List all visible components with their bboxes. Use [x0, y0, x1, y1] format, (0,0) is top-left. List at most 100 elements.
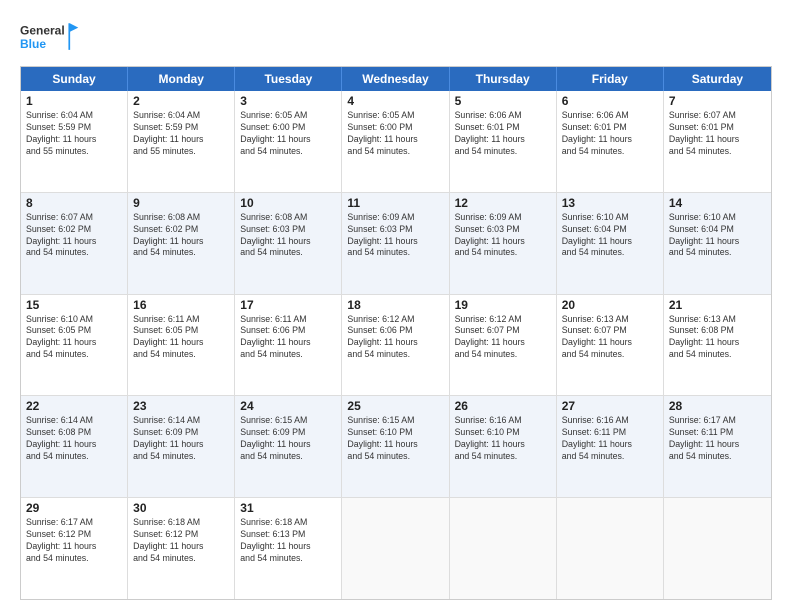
logo-svg: General Blue — [20, 18, 80, 56]
day-number: 23 — [133, 399, 229, 413]
day-number: 26 — [455, 399, 551, 413]
day-cell-22: 22 Sunrise: 6:14 AMSunset: 6:08 PMDayligh… — [21, 396, 128, 497]
day-cell-25: 25 Sunrise: 6:15 AMSunset: 6:10 PMDayligh… — [342, 396, 449, 497]
header-day-tuesday: Tuesday — [235, 67, 342, 91]
day-cell-30: 30 Sunrise: 6:18 AMSunset: 6:12 PMDayligh… — [128, 498, 235, 599]
day-number: 6 — [562, 94, 658, 108]
empty-cell — [342, 498, 449, 599]
day-cell-23: 23 Sunrise: 6:14 AMSunset: 6:09 PMDayligh… — [128, 396, 235, 497]
day-number: 28 — [669, 399, 766, 413]
day-cell-26: 26 Sunrise: 6:16 AMSunset: 6:10 PMDayligh… — [450, 396, 557, 497]
day-cell-29: 29 Sunrise: 6:17 AMSunset: 6:12 PMDayligh… — [21, 498, 128, 599]
day-number: 2 — [133, 94, 229, 108]
day-info: Sunrise: 6:14 AMSunset: 6:09 PMDaylight:… — [133, 415, 229, 463]
day-info: Sunrise: 6:05 AMSunset: 6:00 PMDaylight:… — [240, 110, 336, 158]
day-cell-20: 20Sunrise: 6:13 AMSunset: 6:07 PMDayligh… — [557, 295, 664, 396]
svg-text:Blue: Blue — [20, 37, 46, 51]
day-cell-17: 17 Sunrise: 6:11 AMSunset: 6:06 PMDayligh… — [235, 295, 342, 396]
day-info: Sunrise: 6:18 AMSunset: 6:13 PMDaylight:… — [240, 517, 336, 565]
day-info: Sunrise: 6:12 AMSunset: 6:06 PMDaylight:… — [347, 314, 443, 362]
calendar-row-1: 1 Sunrise: 6:04 AMSunset: 5:59 PMDaylight… — [21, 91, 771, 192]
day-cell-8: 8Sunrise: 6:07 AMSunset: 6:02 PMDaylight… — [21, 193, 128, 294]
day-info: Sunrise: 6:08 AMSunset: 6:03 PMDaylight:… — [240, 212, 336, 260]
day-cell-27: 27Sunrise: 6:16 AMSunset: 6:11 PMDayligh… — [557, 396, 664, 497]
header-day-monday: Monday — [128, 67, 235, 91]
day-number: 19 — [455, 298, 551, 312]
header-day-thursday: Thursday — [450, 67, 557, 91]
day-number: 25 — [347, 399, 443, 413]
day-cell-7: 7 Sunrise: 6:07 AMSunset: 6:01 PMDaylight… — [664, 91, 771, 192]
day-number: 7 — [669, 94, 766, 108]
day-number: 1 — [26, 94, 122, 108]
day-cell-13: 13 Sunrise: 6:10 AMSunset: 6:04 PMDayligh… — [557, 193, 664, 294]
day-number: 8 — [26, 196, 122, 210]
empty-cell — [557, 498, 664, 599]
day-cell-21: 21 Sunrise: 6:13 AMSunset: 6:08 PMDayligh… — [664, 295, 771, 396]
day-number: 17 — [240, 298, 336, 312]
svg-text:General: General — [20, 23, 65, 37]
day-info: Sunrise: 6:09 AMSunset: 6:03 PMDaylight:… — [455, 212, 551, 260]
day-info: Sunrise: 6:12 AMSunset: 6:07 PMDaylight:… — [455, 314, 551, 362]
day-info: Sunrise: 6:10 AMSunset: 6:05 PMDaylight:… — [26, 314, 122, 362]
day-cell-18: 18 Sunrise: 6:12 AMSunset: 6:06 PMDayligh… — [342, 295, 449, 396]
day-info: Sunrise: 6:10 AMSunset: 6:04 PMDaylight:… — [562, 212, 658, 260]
logo: General Blue — [20, 18, 80, 56]
day-cell-15: 15Sunrise: 6:10 AMSunset: 6:05 PMDayligh… — [21, 295, 128, 396]
page: General Blue SundayMondayTuesdayWednesda… — [0, 0, 792, 612]
day-info: Sunrise: 6:17 AMSunset: 6:12 PMDaylight:… — [26, 517, 122, 565]
day-info: Sunrise: 6:11 AMSunset: 6:06 PMDaylight:… — [240, 314, 336, 362]
day-info: Sunrise: 6:17 AMSunset: 6:11 PMDaylight:… — [669, 415, 766, 463]
calendar: SundayMondayTuesdayWednesdayThursdayFrid… — [20, 66, 772, 600]
day-number: 27 — [562, 399, 658, 413]
day-number: 9 — [133, 196, 229, 210]
day-info: Sunrise: 6:06 AMSunset: 6:01 PMDaylight:… — [455, 110, 551, 158]
day-cell-3: 3 Sunrise: 6:05 AMSunset: 6:00 PMDaylight… — [235, 91, 342, 192]
day-number: 30 — [133, 501, 229, 515]
day-cell-31: 31 Sunrise: 6:18 AMSunset: 6:13 PMDayligh… — [235, 498, 342, 599]
calendar-header: SundayMondayTuesdayWednesdayThursdayFrid… — [21, 67, 771, 91]
empty-cell — [450, 498, 557, 599]
day-number: 4 — [347, 94, 443, 108]
calendar-body: 1 Sunrise: 6:04 AMSunset: 5:59 PMDaylight… — [21, 91, 771, 599]
day-number: 16 — [133, 298, 229, 312]
day-cell-12: 12 Sunrise: 6:09 AMSunset: 6:03 PMDayligh… — [450, 193, 557, 294]
day-number: 13 — [562, 196, 658, 210]
day-info: Sunrise: 6:05 AMSunset: 6:00 PMDaylight:… — [347, 110, 443, 158]
day-number: 31 — [240, 501, 336, 515]
header-day-sunday: Sunday — [21, 67, 128, 91]
day-cell-24: 24Sunrise: 6:15 AMSunset: 6:09 PMDayligh… — [235, 396, 342, 497]
header: General Blue — [20, 18, 772, 56]
day-number: 18 — [347, 298, 443, 312]
day-number: 21 — [669, 298, 766, 312]
header-day-wednesday: Wednesday — [342, 67, 449, 91]
day-info: Sunrise: 6:11 AMSunset: 6:05 PMDaylight:… — [133, 314, 229, 362]
day-info: Sunrise: 6:14 AMSunset: 6:08 PMDaylight:… — [26, 415, 122, 463]
day-info: Sunrise: 6:06 AMSunset: 6:01 PMDaylight:… — [562, 110, 658, 158]
day-number: 3 — [240, 94, 336, 108]
day-info: Sunrise: 6:18 AMSunset: 6:12 PMDaylight:… — [133, 517, 229, 565]
day-number: 29 — [26, 501, 122, 515]
day-info: Sunrise: 6:13 AMSunset: 6:08 PMDaylight:… — [669, 314, 766, 362]
calendar-row-2: 8Sunrise: 6:07 AMSunset: 6:02 PMDaylight… — [21, 192, 771, 294]
day-cell-4: 4 Sunrise: 6:05 AMSunset: 6:00 PMDaylight… — [342, 91, 449, 192]
calendar-row-3: 15Sunrise: 6:10 AMSunset: 6:05 PMDayligh… — [21, 294, 771, 396]
header-day-saturday: Saturday — [664, 67, 771, 91]
day-info: Sunrise: 6:16 AMSunset: 6:10 PMDaylight:… — [455, 415, 551, 463]
day-number: 14 — [669, 196, 766, 210]
day-cell-2: 2 Sunrise: 6:04 AMSunset: 5:59 PMDaylight… — [128, 91, 235, 192]
day-info: Sunrise: 6:08 AMSunset: 6:02 PMDaylight:… — [133, 212, 229, 260]
day-number: 5 — [455, 94, 551, 108]
day-info: Sunrise: 6:15 AMSunset: 6:10 PMDaylight:… — [347, 415, 443, 463]
day-number: 24 — [240, 399, 336, 413]
day-info: Sunrise: 6:04 AMSunset: 5:59 PMDaylight:… — [26, 110, 122, 158]
day-info: Sunrise: 6:13 AMSunset: 6:07 PMDaylight:… — [562, 314, 658, 362]
day-number: 10 — [240, 196, 336, 210]
day-cell-16: 16 Sunrise: 6:11 AMSunset: 6:05 PMDayligh… — [128, 295, 235, 396]
day-number: 12 — [455, 196, 551, 210]
day-info: Sunrise: 6:04 AMSunset: 5:59 PMDaylight:… — [133, 110, 229, 158]
header-day-friday: Friday — [557, 67, 664, 91]
day-info: Sunrise: 6:07 AMSunset: 6:01 PMDaylight:… — [669, 110, 766, 158]
day-number: 22 — [26, 399, 122, 413]
day-cell-11: 11Sunrise: 6:09 AMSunset: 6:03 PMDayligh… — [342, 193, 449, 294]
day-cell-10: 10 Sunrise: 6:08 AMSunset: 6:03 PMDayligh… — [235, 193, 342, 294]
